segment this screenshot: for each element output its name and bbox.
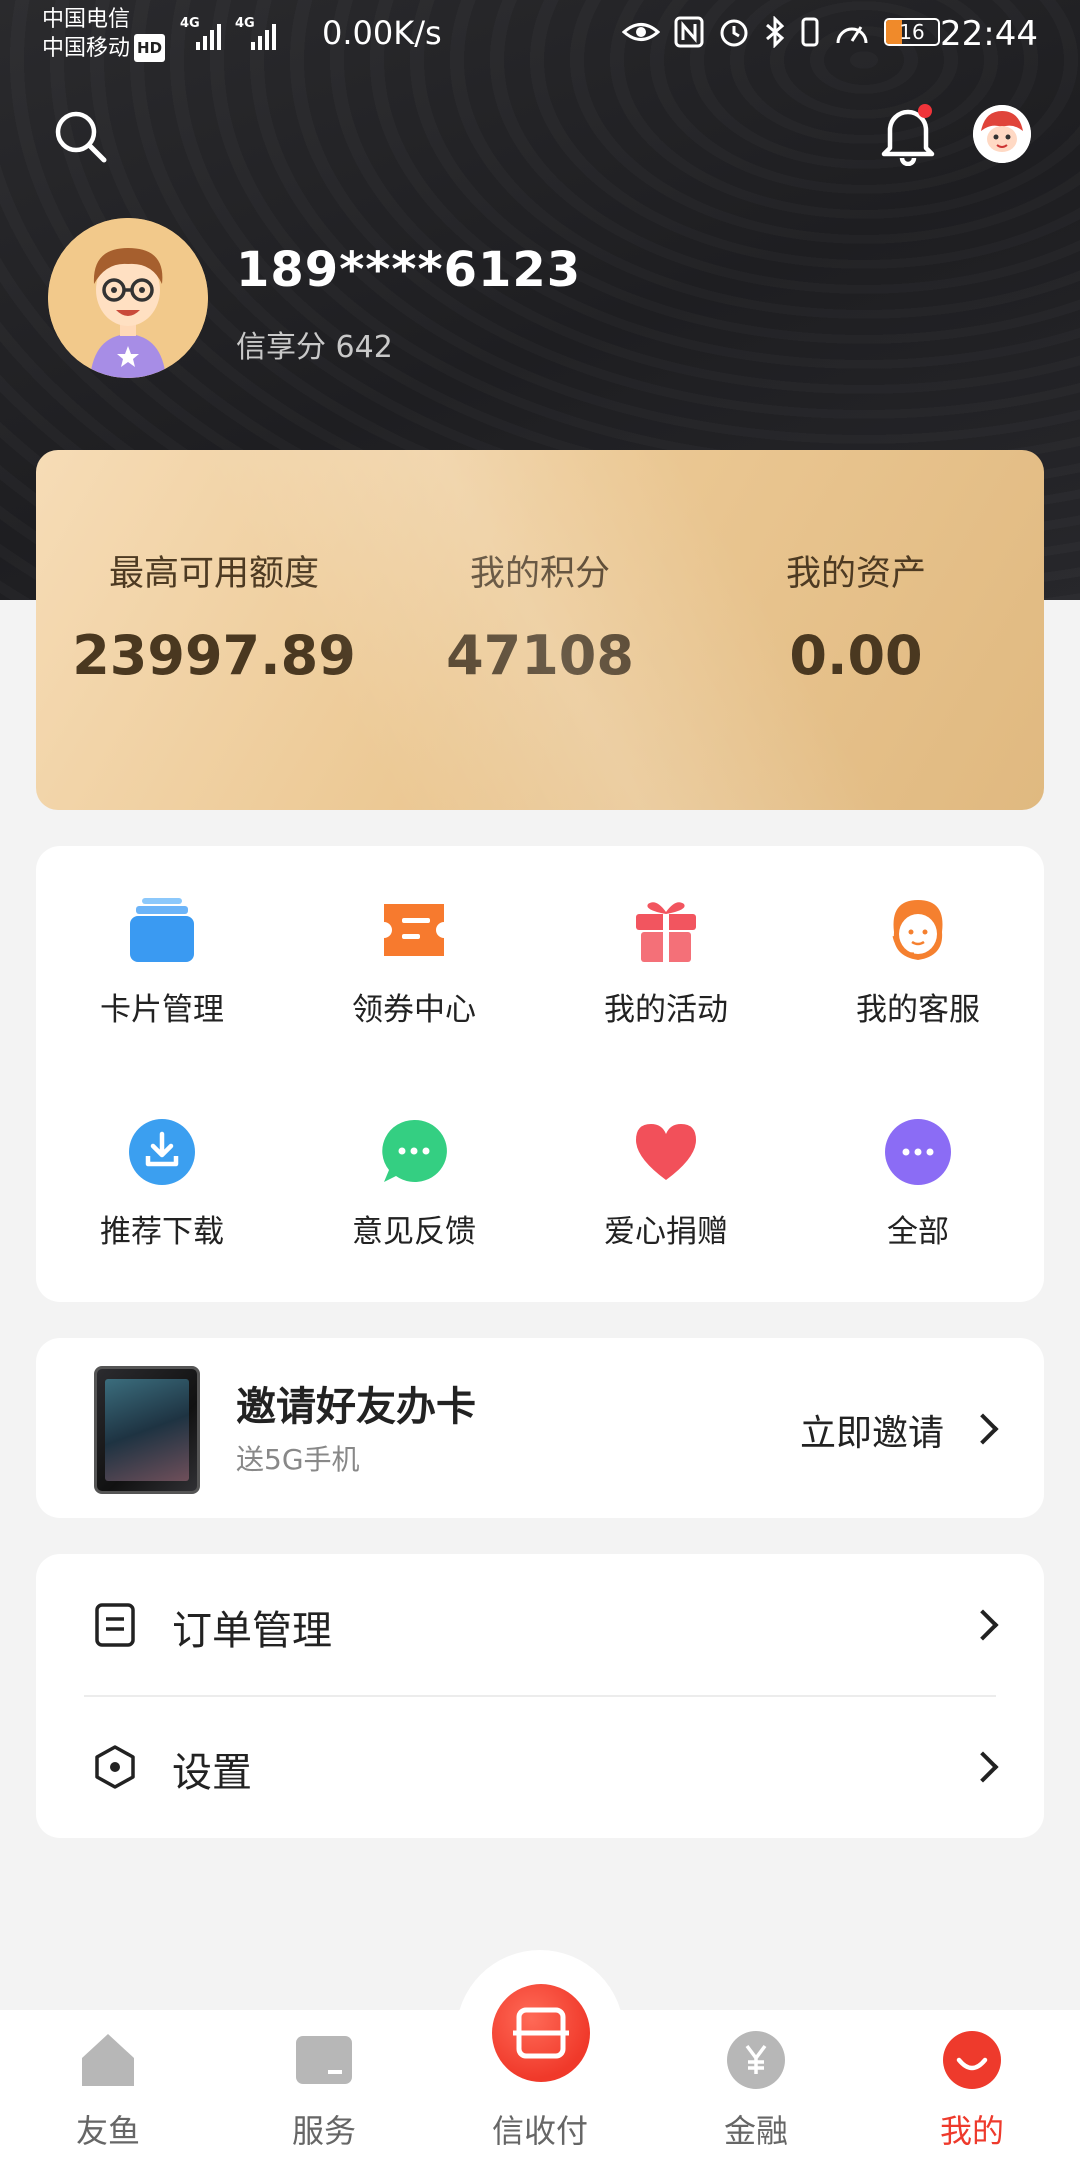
battery-level: 16 [899, 20, 925, 44]
feature-feedback[interactable]: 意见反馈 [288, 1118, 540, 1278]
menu-item-label: 设置 [172, 1750, 252, 1796]
settings-hexagon-icon [95, 1745, 135, 1789]
alarm-icon [720, 19, 748, 47]
menu-item-label: 订单管理 [172, 1608, 332, 1654]
clock: 22:44 [940, 14, 1038, 54]
account-summary-card: 最高可用额度 23997.89 我的积分 47108 我的资产 0.00 [36, 450, 1044, 810]
scan-pay-icon [513, 2007, 569, 2059]
mascot-icon [973, 105, 1031, 163]
network-speed: 0.00K/s [322, 14, 442, 52]
unread-dot [918, 104, 932, 118]
carrier-2: 中国移动 [42, 36, 131, 61]
phone-promo-image [94, 1366, 200, 1494]
feature-label: 我的活动 [604, 992, 728, 1028]
feature-label: 意见反馈 [352, 1214, 476, 1250]
service-box-icon [296, 2036, 352, 2084]
yuan-coin-icon [727, 2031, 785, 2089]
chat-bubble-icon [382, 1119, 447, 1182]
tab-youyu[interactable]: 友鱼 [8, 2030, 208, 2150]
user-avatar[interactable] [48, 218, 208, 378]
tab-label: 服务 [291, 2112, 356, 2150]
credit-score-value: 642 [335, 330, 393, 365]
feature-label: 全部 [887, 1214, 949, 1250]
chevron-right-icon [967, 1413, 999, 1445]
feature-card-management[interactable]: 卡片管理 [36, 896, 288, 1056]
bluetooth-icon [766, 16, 785, 48]
cartoon-avatar-icon [48, 218, 208, 378]
feature-label: 推荐下载 [100, 1214, 224, 1250]
menu-item-orders[interactable]: 订单管理 [36, 1554, 1044, 1694]
vibrate-icon [801, 17, 819, 47]
credit-score-label: 信享分 [236, 330, 326, 365]
signal-icon: 4G [180, 16, 221, 50]
tab-label: 我的 [939, 2112, 1004, 2150]
status-bar: 中国电信 中国移动 HD 4G 4G 0.00K/s 16 22:44 [0, 0, 1080, 70]
feature-label: 卡片管理 [100, 992, 224, 1028]
feature-label: 爱心捐赠 [604, 1214, 728, 1250]
invite-friend-banner[interactable]: 邀请好友办卡 送5G手机 立即邀请 [36, 1338, 1044, 1518]
invite-title: 邀请好友办卡 [236, 1384, 476, 1430]
stat-value: 23997.89 [72, 624, 356, 687]
menu-list: 订单管理 设置 [36, 1554, 1044, 1838]
feature-recommend-download[interactable]: 推荐下载 [36, 1118, 288, 1278]
signal-indicators: 4G 4G [180, 16, 276, 50]
stat-credit-limit[interactable]: 最高可用额度 23997.89 [54, 545, 374, 687]
heart-icon [636, 1124, 696, 1180]
hd-badge: HD [134, 34, 166, 62]
tab-finance[interactable]: 金融 [656, 2030, 856, 2150]
tab-label-xinshoufu[interactable]: 信收付 [440, 2106, 640, 2152]
chevron-right-icon [967, 1609, 999, 1641]
network-type-1: 4G [180, 16, 200, 31]
feature-label: 我的客服 [856, 992, 980, 1028]
search-icon[interactable] [52, 108, 108, 164]
stat-points[interactable]: 我的积分 47108 [380, 545, 700, 687]
gift-icon [636, 902, 696, 962]
feature-grid: 卡片管理 领券中心 我的活动 我的客服 推荐下载 意见反馈 爱心捐赠 全部 [36, 846, 1044, 1302]
feature-label: 领券中心 [352, 992, 476, 1028]
speedometer-icon [836, 26, 868, 44]
feature-customer-service[interactable]: 我的客服 [792, 896, 1044, 1056]
feature-coupon-center[interactable]: 领券中心 [288, 896, 540, 1056]
stat-value: 0.00 [789, 624, 923, 687]
home-icon [82, 2034, 134, 2086]
download-icon [129, 1119, 195, 1185]
signal-icon: 4G [235, 16, 276, 50]
stat-label: 最高可用额度 [108, 554, 319, 594]
carrier-1: 中国电信 [42, 7, 131, 32]
invite-now-button[interactable]: 立即邀请 [800, 1404, 944, 1456]
stat-label: 我的资产 [785, 554, 926, 594]
mascot-avatar[interactable] [973, 105, 1031, 163]
network-type-2: 4G [235, 16, 255, 31]
carrier-info: 中国电信 中国移动 HD [42, 6, 166, 63]
user-phone-number: 189****6123 [236, 242, 582, 298]
customer-service-icon [892, 900, 943, 960]
notification-button[interactable] [878, 100, 938, 167]
eye-comfort-icon [622, 23, 660, 41]
smile-profile-icon [943, 2031, 1001, 2089]
battery-icon: 16 [884, 18, 940, 46]
more-icon [885, 1119, 951, 1185]
tab-label: 友鱼 [75, 2112, 140, 2150]
status-icons: 16 [622, 16, 940, 48]
scan-pay-button[interactable] [492, 1984, 590, 2082]
tab-mine[interactable]: 我的 [872, 2030, 1072, 2150]
coupon-icon [384, 904, 444, 956]
feature-my-activities[interactable]: 我的活动 [540, 896, 792, 1056]
invite-subtitle: 送5G手机 [236, 1443, 360, 1476]
nfc-icon [674, 16, 704, 48]
card-stack-icon [130, 898, 194, 962]
feature-all[interactable]: 全部 [792, 1118, 1044, 1278]
tab-service[interactable]: 服务 [224, 2030, 424, 2150]
stat-value: 47108 [446, 624, 634, 687]
stat-label: 我的积分 [469, 554, 610, 594]
credit-score: 信享分 642 [236, 322, 393, 366]
order-list-icon [95, 1603, 135, 1647]
stat-assets[interactable]: 我的资产 0.00 [696, 545, 1016, 687]
chevron-right-icon [967, 1751, 999, 1783]
menu-item-settings[interactable]: 设置 [36, 1696, 1044, 1836]
feature-charity-donation[interactable]: 爱心捐赠 [540, 1118, 792, 1278]
tab-label: 金融 [723, 2112, 788, 2150]
